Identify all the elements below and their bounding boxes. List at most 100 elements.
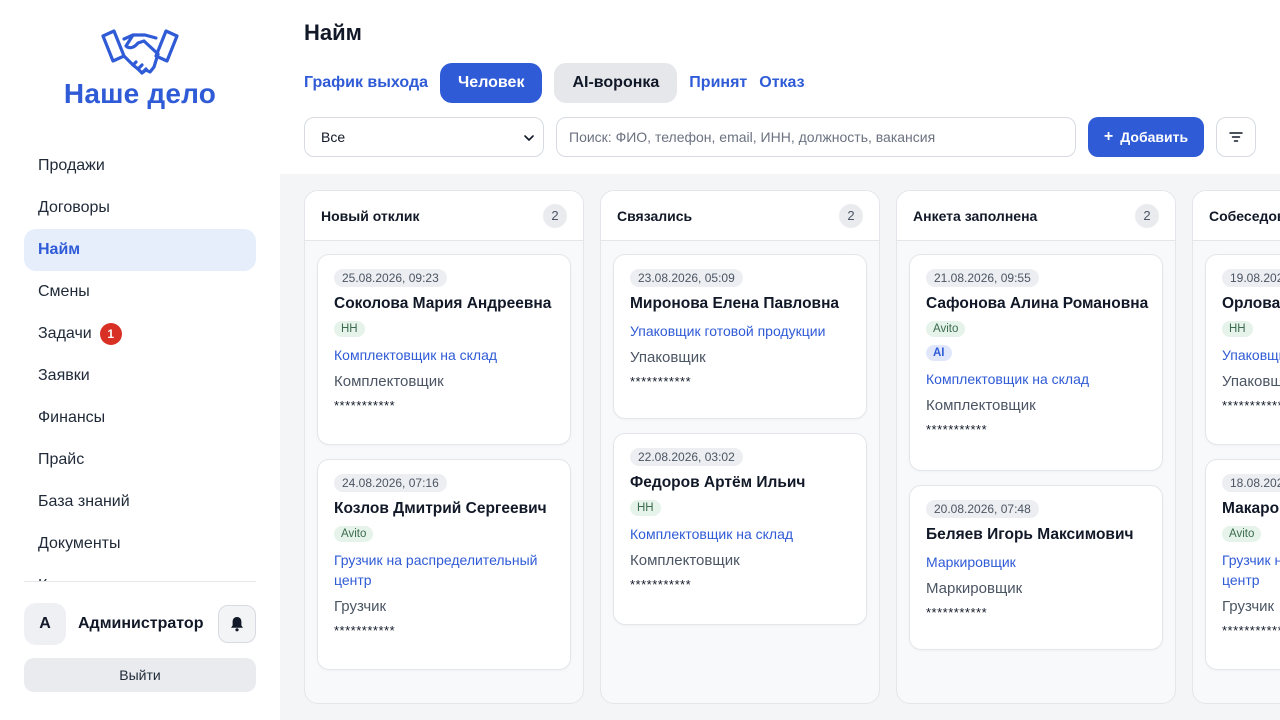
tab-hired[interactable]: Принят xyxy=(689,74,747,92)
notifications-button[interactable] xyxy=(218,605,256,643)
candidate-name: Орлова Татьяна xyxy=(1222,295,1280,312)
sidebar-item-more[interactable]: К xyxy=(24,565,256,581)
card-date: 21.08.2026, 09:55 xyxy=(926,269,1039,287)
position-text: Комплектовщик xyxy=(334,373,444,390)
vacancy-link[interactable]: Комплектовщик на склад xyxy=(630,524,850,544)
plus-icon: + xyxy=(1103,128,1114,145)
sidebar-item-shifts[interactable]: Смены xyxy=(24,271,256,313)
position-text: Упаковщик xyxy=(1222,373,1280,390)
user-name: Администратор xyxy=(78,615,204,632)
sidebar-item-knowledge-base[interactable]: База знаний xyxy=(24,481,256,523)
column-header: Новый отклик 2 xyxy=(305,191,583,241)
source-chip: HH xyxy=(334,321,365,337)
add-button-label: Добавить xyxy=(1120,129,1189,145)
page-title: Найм xyxy=(304,20,362,45)
bell-icon xyxy=(231,617,243,632)
candidate-card[interactable]: 24.08.2026, 07:16 Козлов Дмитрий Сергеев… xyxy=(317,459,571,670)
sidebar-item-label: Документы xyxy=(38,535,121,552)
phone-masked: *********** xyxy=(926,605,988,620)
position-text: Комплектовщик xyxy=(926,397,1036,414)
phone-masked: *********** xyxy=(630,374,692,389)
sidebar-item-sales[interactable]: Продажи xyxy=(24,145,256,187)
column-title: Собеседование xyxy=(1209,207,1280,224)
candidate-card[interactable]: 23.08.2026, 05:09 Миронова Елена Павловн… xyxy=(613,254,867,419)
sidebar-item-finance[interactable]: Финансы xyxy=(24,397,256,439)
candidate-name: Миронова Елена Павловна xyxy=(630,295,840,312)
kanban-board: Новый отклик 2 25.08.2026, 09:23 Соколов… xyxy=(280,174,1280,720)
sidebar-item-documents[interactable]: Документы xyxy=(24,523,256,565)
candidate-card[interactable]: 19.08.2026, 05:41 Орлова Татьяна HH Упак… xyxy=(1205,254,1280,445)
phone-masked: *********** xyxy=(926,422,988,437)
vacancy-link[interactable]: Упаковщик готовой продукции xyxy=(630,321,850,341)
sidebar-item-label: Договоры xyxy=(38,199,110,216)
phone-masked: *********** xyxy=(1222,398,1280,413)
source-chip: Avito xyxy=(926,321,966,337)
position-text: Грузчик xyxy=(334,598,387,615)
select-value: Все xyxy=(321,129,346,145)
column-title: Новый отклик xyxy=(321,207,420,224)
column-count-badge: 2 xyxy=(839,203,863,228)
sidebar-item-requests[interactable]: Заявки xyxy=(24,355,256,397)
column-header: Анкета заполнена 2 xyxy=(897,191,1175,241)
candidate-card[interactable]: 18.08.2026, 03:34 Макаров Avito Грузчик … xyxy=(1205,459,1280,670)
card-date: 18.08.2026, 03:34 xyxy=(1222,474,1280,492)
column-count-badge: 2 xyxy=(543,203,567,228)
candidate-card[interactable]: 22.08.2026, 03:02 Федоров Артём Ильич HH… xyxy=(613,433,867,625)
status-filter-select[interactable]: Все xyxy=(304,117,544,157)
tab-ai-funnel[interactable]: AI-воронка xyxy=(554,63,678,103)
avatar[interactable]: А xyxy=(24,603,66,645)
candidate-card[interactable]: 21.08.2026, 09:55 Сафонова Алина Романов… xyxy=(909,254,1163,471)
sidebar-item-label: Задачи xyxy=(38,325,92,342)
logout-button[interactable]: Выйти xyxy=(24,658,256,692)
filter-button[interactable] xyxy=(1216,117,1256,157)
position-text: Упаковщик xyxy=(630,349,706,366)
card-date: 19.08.2026, 05:41 xyxy=(1222,269,1280,287)
card-date: 20.08.2026, 07:48 xyxy=(926,500,1039,518)
candidate-name: Макаров xyxy=(1222,500,1280,517)
position-text: Маркировщик xyxy=(926,580,1023,597)
card-date: 24.08.2026, 07:16 xyxy=(334,474,447,492)
column-header: Собеседование 2 xyxy=(1193,191,1280,241)
candidate-name: Козлов Дмитрий Сергеевич xyxy=(334,500,547,517)
vacancy-link[interactable]: Маркировщик xyxy=(926,552,1146,572)
tab-rejected[interactable]: Отказ xyxy=(759,74,804,92)
tab-schedule[interactable]: График выхода xyxy=(304,74,428,92)
tasks-count-badge: 1 xyxy=(99,323,122,345)
column-count-badge: 2 xyxy=(1135,203,1159,228)
sidebar-item-tasks[interactable]: Задачи 1 xyxy=(24,313,256,355)
column-title: Связались xyxy=(617,207,693,224)
sidebar-item-hiring[interactable]: Найм xyxy=(24,229,256,271)
tab-person[interactable]: Человек xyxy=(440,63,543,103)
sidebar-item-label: Финансы xyxy=(38,409,106,426)
filter-icon xyxy=(1229,132,1243,142)
sidebar-item-price[interactable]: Прайс xyxy=(24,439,256,481)
vacancy-link[interactable]: Упаковщик xyxy=(1222,345,1280,365)
search-placeholder: Поиск: ФИО, телефон, email, ИНН, должнос… xyxy=(569,129,936,145)
kanban-column-new-response: Новый отклик 2 25.08.2026, 09:23 Соколов… xyxy=(304,190,584,704)
sidebar-item-label: Заявки xyxy=(38,367,90,384)
vacancy-link[interactable]: Комплектовщик на склад xyxy=(926,369,1146,389)
candidate-card[interactable]: 25.08.2026, 09:23 Соколова Мария Андреев… xyxy=(317,254,571,445)
handshake-icon xyxy=(101,29,179,75)
main-header: Найм График выхода Человек AI-воронка Пр… xyxy=(280,0,1280,174)
kanban-column-contacted: Связались 2 23.08.2026, 05:09 Миронова Е… xyxy=(600,190,880,704)
candidate-card[interactable]: 20.08.2026, 07:48 Беляев Игорь Максимови… xyxy=(909,485,1163,650)
sidebar-nav: Продажи Договоры Найм Смены Задачи 1 Зая… xyxy=(24,145,256,581)
position-text: Грузчик xyxy=(1222,598,1275,615)
user-panel: А Администратор xyxy=(24,602,256,646)
toolbar: Все Поиск: ФИО, телефон, email, ИНН, дол… xyxy=(304,117,1256,157)
brand-logo[interactable]: Наше дело xyxy=(60,26,220,116)
vacancy-link[interactable]: Грузчик на распределительный центр xyxy=(334,550,554,590)
candidate-name: Беляев Игорь Максимович xyxy=(926,526,1134,543)
phone-masked: *********** xyxy=(334,398,396,413)
vacancy-link[interactable]: Грузчик на распределительный центр xyxy=(1222,550,1280,590)
add-button[interactable]: + Добавить xyxy=(1088,117,1204,157)
sidebar-item-contracts[interactable]: Договоры xyxy=(24,187,256,229)
sidebar-item-label: Найм xyxy=(38,241,81,258)
search-input[interactable]: Поиск: ФИО, телефон, email, ИНН, должнос… xyxy=(556,117,1076,157)
candidate-name: Соколова Мария Андреевна xyxy=(334,295,552,312)
sidebar-item-label: Прайс xyxy=(38,451,85,468)
kanban-column-interview: Собеседование 2 19.08.2026, 05:41 Орлова… xyxy=(1192,190,1280,704)
sidebar-item-label: Продажи xyxy=(38,157,105,174)
vacancy-link[interactable]: Комплектовщик на склад xyxy=(334,345,554,365)
